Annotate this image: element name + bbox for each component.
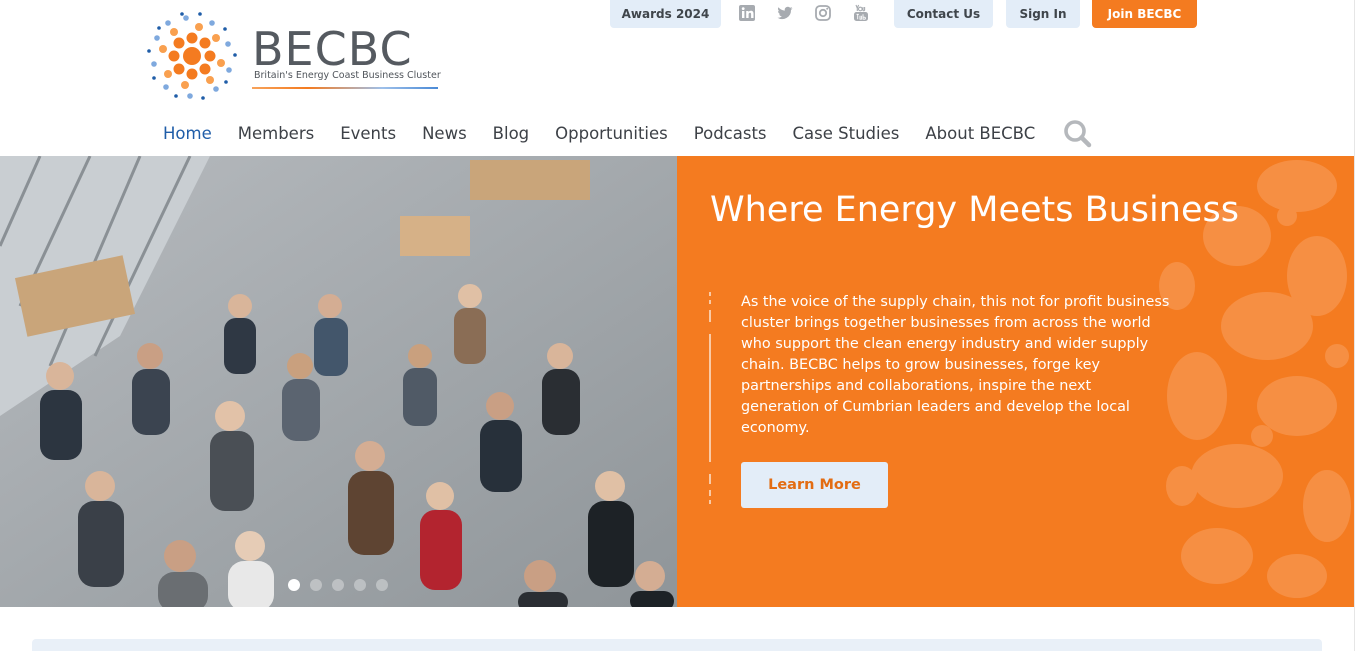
hero-carousel: Where Energy Meets Business As the voice… xyxy=(0,156,1354,607)
carousel-dot-4[interactable] xyxy=(354,579,366,591)
carousel-dot-1[interactable] xyxy=(288,579,300,591)
hero-accent-line xyxy=(709,292,711,504)
hero-image xyxy=(0,156,677,607)
carousel-dots xyxy=(288,579,388,591)
learn-more-button[interactable]: Learn More xyxy=(741,462,888,508)
hero-description: As the voice of the supply chain, this n… xyxy=(741,294,1170,436)
logo-tagline: Britain's Energy Coast Business Cluster xyxy=(254,70,441,81)
contact-us-button[interactable]: Contact Us xyxy=(894,0,993,28)
hero-content-panel: Where Energy Meets Business As the voice… xyxy=(677,156,1354,607)
nav-item-podcasts[interactable]: Podcasts xyxy=(681,112,780,156)
nav-item-case-studies[interactable]: Case Studies xyxy=(780,112,913,156)
next-section-preview xyxy=(32,639,1322,651)
carousel-dot-3[interactable] xyxy=(332,579,344,591)
hero-title: Where Energy Meets Business xyxy=(710,190,1239,230)
nav-item-home[interactable]: Home xyxy=(150,112,225,156)
main-nav: Home Members Events News Blog Opportunit… xyxy=(150,112,1094,156)
carousel-dot-5[interactable] xyxy=(376,579,388,591)
utility-bar: Awards 2024 Contact Us Sign In Join BECB… xyxy=(610,0,1197,28)
logo-wordmark: BECBC xyxy=(252,22,413,76)
nav-item-news[interactable]: News xyxy=(409,112,480,156)
linkedin-icon[interactable] xyxy=(738,4,756,22)
page-scrollbar[interactable] xyxy=(1354,0,1366,651)
join-becbc-button[interactable]: Join BECBC xyxy=(1092,0,1197,28)
nav-item-opportunities[interactable]: Opportunities xyxy=(542,112,681,156)
event-crowd-illustration xyxy=(0,156,677,607)
nav-item-about[interactable]: About BECBC xyxy=(912,112,1048,156)
instagram-icon[interactable] xyxy=(814,4,832,22)
nav-item-events[interactable]: Events xyxy=(327,112,409,156)
nav-item-members[interactable]: Members xyxy=(225,112,327,156)
social-links xyxy=(728,0,880,22)
youtube-icon[interactable] xyxy=(852,4,870,22)
nav-item-blog[interactable]: Blog xyxy=(480,112,542,156)
logo-mark-icon xyxy=(147,12,237,100)
search-icon[interactable] xyxy=(1062,118,1094,150)
twitter-icon[interactable] xyxy=(776,4,794,22)
carousel-dot-2[interactable] xyxy=(310,579,322,591)
logo-link[interactable]: BECBC Britain's Energy Coast Business Cl… xyxy=(146,12,446,102)
sign-in-button[interactable]: Sign In xyxy=(1006,0,1080,28)
logo-underline xyxy=(252,87,438,89)
awards-button[interactable]: Awards 2024 xyxy=(610,0,721,28)
